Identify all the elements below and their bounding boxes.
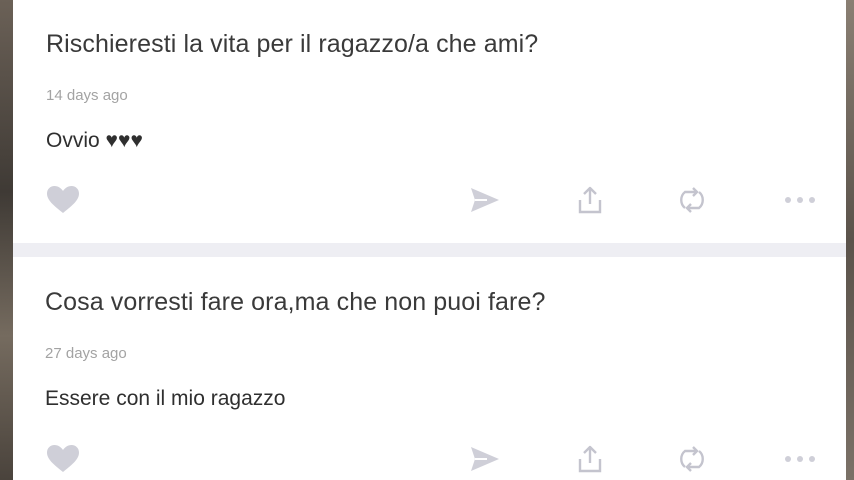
heart-icon[interactable] — [45, 443, 81, 475]
answer-text: Ovvio ♥♥♥ — [46, 129, 143, 152]
share-icon[interactable] — [572, 184, 608, 216]
question-text[interactable]: Rischieresti la vita per il ragazzo/a ch… — [46, 30, 538, 59]
background-right — [846, 0, 854, 480]
card-separator — [13, 243, 846, 257]
reshare-icon[interactable] — [674, 443, 710, 475]
answer-text: Essere con il mio ragazzo — [45, 387, 286, 410]
more-icon[interactable] — [782, 443, 818, 475]
share-icon[interactable] — [572, 443, 608, 475]
timestamp: 14 days ago — [46, 87, 128, 104]
answer-card: Cosa vorresti fare ora,ma che non puoi f… — [13, 257, 846, 480]
heart-icon[interactable] — [45, 184, 81, 216]
question-text[interactable]: Cosa vorresti fare ora,ma che non puoi f… — [45, 288, 546, 317]
answers-feed: Rischieresti la vita per il ragazzo/a ch… — [13, 0, 846, 480]
send-icon[interactable] — [467, 184, 503, 216]
action-bar — [13, 178, 846, 222]
background-left — [0, 0, 13, 480]
reshare-icon[interactable] — [674, 184, 710, 216]
timestamp: 27 days ago — [45, 345, 127, 362]
action-bar — [13, 437, 846, 480]
more-icon[interactable] — [782, 184, 818, 216]
send-icon[interactable] — [467, 443, 503, 475]
answer-card: Rischieresti la vita per il ragazzo/a ch… — [13, 0, 846, 243]
